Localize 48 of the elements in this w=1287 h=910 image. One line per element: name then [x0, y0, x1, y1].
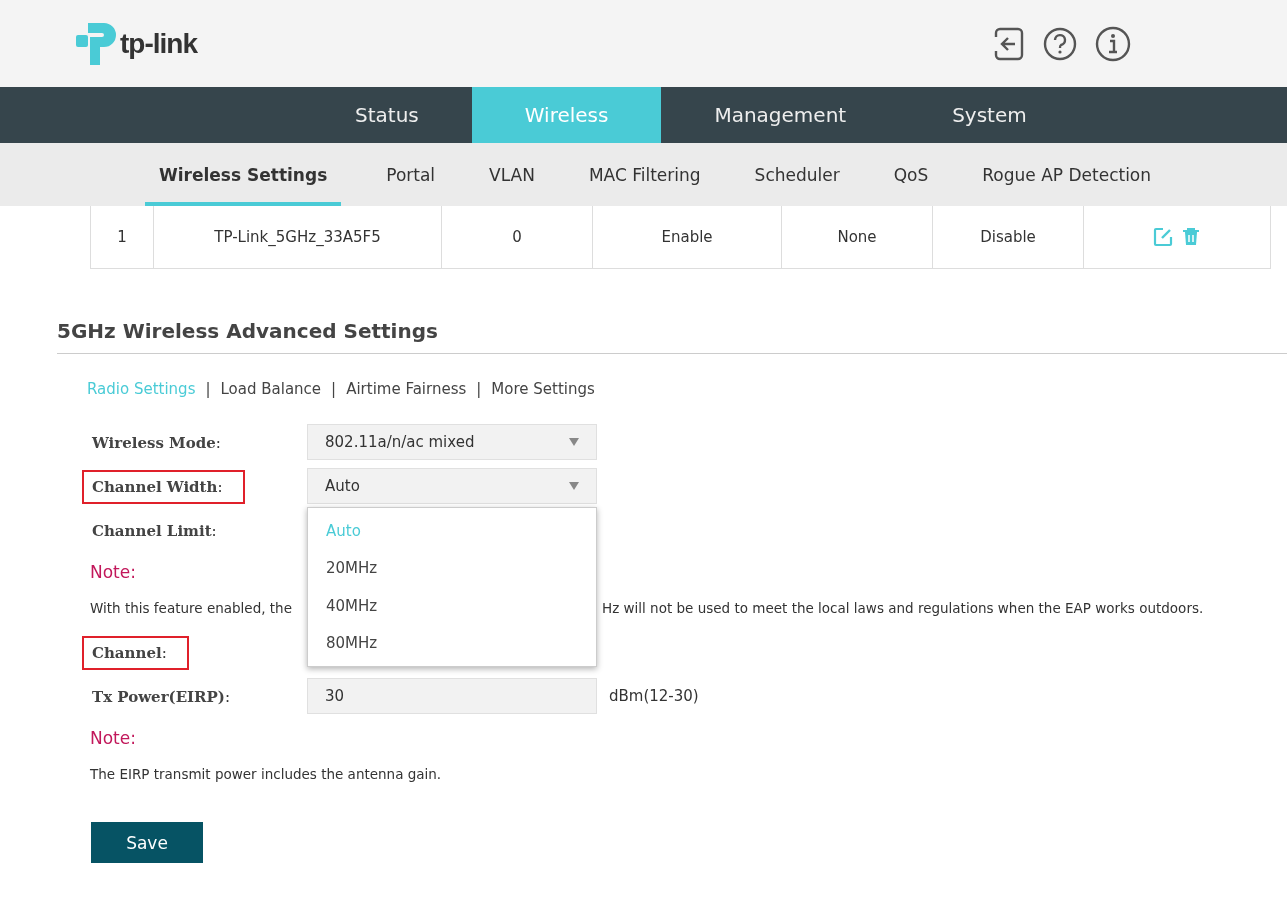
dropdown-option[interactable]: 80MHz [308, 624, 596, 662]
caret-icon [569, 438, 579, 446]
sub-tab[interactable]: Scheduler [727, 143, 867, 206]
dropdown-option[interactable]: 40MHz [308, 587, 596, 625]
sub-tab[interactable]: MAC Filtering [561, 143, 728, 206]
note-text: With this feature enabled, the [90, 600, 292, 616]
logo-text: tp-link [120, 27, 197, 60]
help-icon[interactable] [1043, 26, 1077, 61]
dropdown-field[interactable]: Auto [307, 468, 597, 504]
unit-label: dBm(12-30) [609, 687, 699, 705]
settings-link[interactable]: More Settings [491, 380, 595, 398]
field-label: Channel Limit: [91, 520, 218, 542]
table-cell: Disable [932, 206, 1083, 268]
nav-tab[interactable]: System [899, 87, 1080, 143]
table-cell: 0 [441, 206, 592, 268]
input-field[interactable]: 30 [307, 678, 597, 714]
info-icon[interactable] [1095, 25, 1131, 62]
logout-icon[interactable] [993, 26, 1025, 61]
separator: | [476, 380, 482, 398]
field-label: Channel Width: [82, 469, 245, 504]
table-cell: None [781, 206, 932, 268]
dropdown-field[interactable]: 802.11a/n/ac mixed [307, 424, 597, 460]
field-label: Wireless Mode: [91, 432, 222, 454]
caret-icon [569, 482, 579, 490]
sub-tab[interactable]: Portal [359, 143, 463, 206]
note-text: Hz will not be used to meet the local laws and regulations when the EAP works outdoors. [602, 600, 1204, 616]
sub-tab[interactable]: VLAN [462, 143, 562, 206]
note-text: The EIRP transmit power includes the antenna gain. [90, 766, 442, 782]
nav-tab[interactable]: Management [661, 87, 900, 143]
settings-link[interactable]: Load Balance [220, 380, 322, 398]
note-title: Note: [90, 562, 136, 582]
separator: | [331, 380, 337, 398]
table-cell: TP-Link_5GHz_33A5F5 [153, 206, 441, 268]
dropdown-option[interactable]: 20MHz [308, 549, 596, 587]
note-title: Note: [90, 728, 136, 748]
sub-tab[interactable]: Wireless Settings [145, 143, 342, 206]
field-label: Tx Power(EIRP): [91, 686, 232, 708]
separator: | [205, 380, 211, 398]
sub-tab[interactable]: QoS [866, 143, 956, 206]
save-button[interactable]: Save [91, 822, 203, 863]
field-label: Channel: [82, 635, 189, 670]
table-cell-text: 1 [116, 227, 128, 248]
sub-tab[interactable]: Rogue AP Detection [955, 143, 1179, 206]
table-cell: Enable [592, 206, 781, 268]
settings-link[interactable]: Airtime Fairness [346, 380, 467, 398]
section-title: 5GHz Wireless Advanced Settings [57, 319, 439, 343]
nav-tab[interactable]: Status [302, 87, 472, 143]
logo-icon [74, 20, 118, 67]
